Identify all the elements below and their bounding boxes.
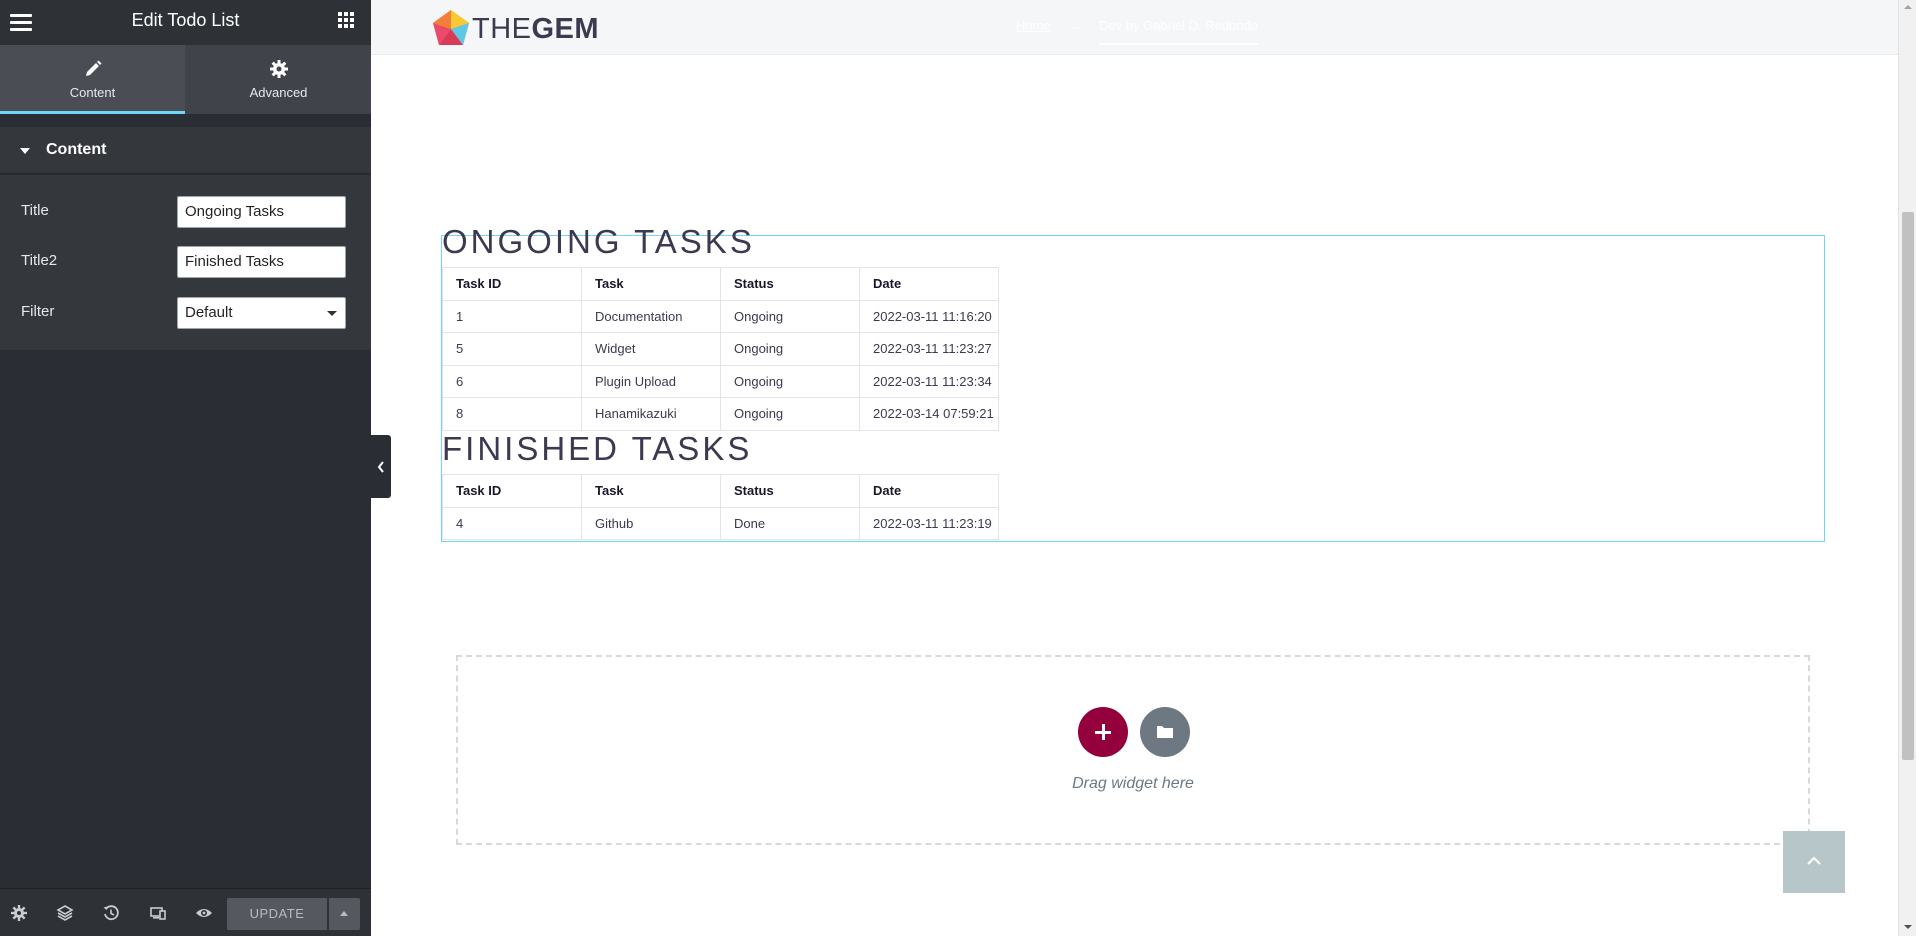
tab-content[interactable]: Content	[0, 45, 185, 114]
column-header: Task	[581, 267, 721, 301]
breadcrumb-current: Dev by Gabriel D. Redondo	[1099, 18, 1258, 45]
logo-text: THEGEM	[472, 13, 600, 45]
back-to-top-button[interactable]	[1783, 831, 1845, 893]
panel-tabs: Content Advanced	[0, 45, 371, 114]
table-row: 1 Documentation Ongoing 2022-03-11 11:16…	[442, 299, 999, 333]
table-cell: Done	[720, 506, 860, 540]
finished-tasks-table: Task ID Task Status Date 4 Github Done 2…	[442, 474, 999, 540]
column-header: Status	[720, 267, 860, 301]
finished-tasks-title: FINISHED TASKS	[442, 430, 753, 467]
content-section-toggle[interactable]: Content	[0, 127, 371, 174]
table-cell: Plugin Upload	[581, 364, 721, 398]
table-row: 4 Github Done 2022-03-11 11:23:19	[442, 506, 999, 540]
add-template-button[interactable]	[1140, 707, 1190, 757]
table-cell: 1	[442, 299, 582, 333]
preview-eye-icon[interactable]	[195, 904, 213, 922]
panel-header: Edit Todo List	[0, 0, 371, 45]
breadcrumb-home[interactable]: Home	[1016, 18, 1051, 33]
history-icon[interactable]	[102, 904, 120, 922]
tab-advanced-label: Advanced	[249, 85, 308, 100]
table-cell: 2022-03-11 11:23:27	[859, 332, 999, 366]
column-header: Date	[859, 474, 999, 508]
column-header: Task ID	[442, 474, 582, 508]
table-cell: Documentation	[581, 299, 721, 333]
title2-input[interactable]: Finished Tasks	[177, 246, 346, 278]
editor-panel: Edit Todo List Content Advanced Content …	[0, 0, 371, 936]
title-label: Title	[21, 202, 49, 219]
caret-up-icon	[340, 911, 348, 916]
responsive-icon[interactable]	[149, 904, 167, 922]
table-header-row: Task ID Task Status Date	[442, 474, 999, 508]
title-input[interactable]: Ongoing Tasks	[177, 196, 346, 228]
breadcrumb-separator: →	[1069, 18, 1082, 33]
content-controls: Title Ongoing Tasks Title2 Finished Task…	[0, 175, 371, 350]
layers-icon[interactable]	[56, 904, 74, 922]
tab-advanced[interactable]: Advanced	[186, 45, 371, 114]
column-header: Date	[859, 267, 999, 301]
table-cell: 2022-03-11 11:23:34	[859, 364, 999, 398]
scroll-down-arrow-icon[interactable]	[1904, 925, 1912, 929]
section-title: Content	[46, 141, 107, 158]
ongoing-tasks-table: Task ID Task Status Date 1 Documentation…	[442, 267, 999, 431]
site-header: THEGEM Home → Dev by Gabriel D. Redondo	[371, 0, 1898, 55]
collapse-panel-button[interactable]	[371, 435, 391, 498]
update-options-button[interactable]	[329, 898, 360, 930]
update-button[interactable]: UPDATE	[227, 898, 327, 930]
table-cell: Ongoing	[720, 364, 860, 398]
drop-zone-text: Drag widget here	[1072, 775, 1194, 792]
table-cell: Github	[581, 506, 721, 540]
panel-footer: UPDATE	[0, 888, 371, 936]
table-cell: Widget	[581, 332, 721, 366]
chevron-up-icon	[1807, 856, 1821, 865]
table-cell: 2022-03-14 07:59:21	[859, 397, 999, 431]
tab-content-label: Content	[69, 85, 116, 100]
table-cell: Ongoing	[720, 332, 860, 366]
table-cell: 2022-03-11 11:16:20	[859, 299, 999, 333]
ongoing-tasks-title: ONGOING TASKS	[442, 223, 755, 260]
scrollbar-thumb[interactable]	[1902, 212, 1914, 760]
widgets-grid-icon[interactable]	[338, 12, 354, 28]
filter-label: Filter	[21, 303, 55, 320]
table-cell: Ongoing	[720, 299, 860, 333]
column-header: Status	[720, 474, 860, 508]
settings-icon[interactable]	[10, 904, 28, 922]
table-cell: 8	[442, 397, 582, 431]
scroll-up-arrow-icon[interactable]	[1904, 5, 1912, 9]
table-cell: 5	[442, 332, 582, 366]
folder-icon	[1157, 726, 1173, 738]
table-row: 6 Plugin Upload Ongoing 2022-03-11 11:23…	[442, 364, 999, 398]
filter-select[interactable]: Default	[177, 297, 346, 329]
chevron-left-icon	[377, 461, 384, 473]
page-scrollbar[interactable]	[1898, 0, 1916, 936]
table-cell: 4	[442, 506, 582, 540]
widget-drop-zone[interactable]: Drag widget here	[456, 655, 1810, 845]
title2-label: Title2	[21, 252, 58, 269]
chevron-down-icon	[327, 311, 337, 316]
table-row: 5 Widget Ongoing 2022-03-11 11:23:27	[442, 332, 999, 366]
panel-title: Edit Todo List	[131, 10, 240, 30]
gem-logo-icon	[433, 10, 469, 45]
table-header-row: Task ID Task Status Date	[442, 267, 999, 301]
table-cell: 6	[442, 364, 582, 398]
column-header: Task ID	[442, 267, 582, 301]
pencil-icon	[85, 60, 101, 76]
table-cell: Ongoing	[720, 397, 860, 431]
column-header: Task	[581, 474, 721, 508]
editor-app: Edit Todo List Content Advanced Content …	[0, 0, 1916, 936]
table-cell: Hanamikazuki	[581, 397, 721, 431]
add-section-button[interactable]	[1078, 707, 1128, 757]
table-row: 8 Hanamikazuki Ongoing 2022-03-14 07:59:…	[442, 397, 999, 431]
caret-down-icon	[20, 148, 30, 154]
gear-icon	[269, 60, 288, 78]
filter-select-value: Default	[185, 304, 233, 321]
table-cell: 2022-03-11 11:23:19	[859, 506, 999, 540]
